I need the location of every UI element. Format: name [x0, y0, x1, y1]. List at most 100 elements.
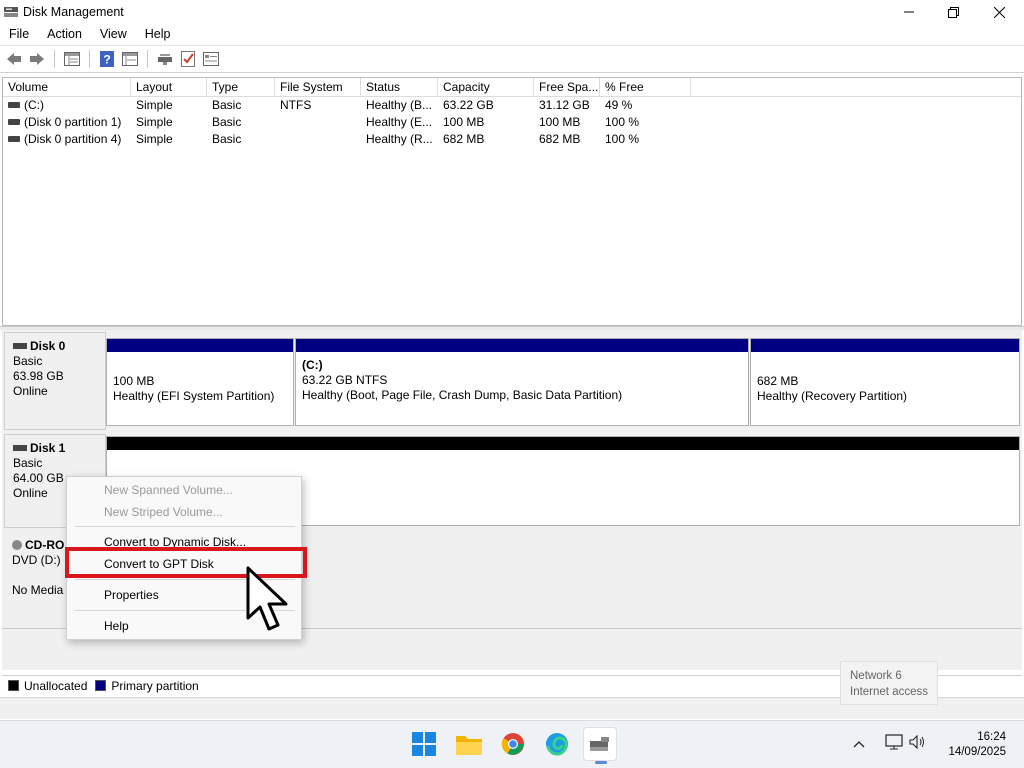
volume-list[interactable]: Volume Layout Type File System Status Ca… — [2, 77, 1022, 326]
chrome-icon[interactable] — [496, 727, 530, 761]
windows-start-icon[interactable] — [407, 727, 441, 761]
disk-type: Basic — [13, 456, 43, 470]
volume-name: (Disk 0 partition 4) — [24, 132, 122, 146]
partition-status: Healthy (Recovery Partition) — [757, 389, 908, 403]
disk-status: Online — [13, 384, 48, 398]
volume-file-system: NTFS — [280, 98, 312, 112]
network-name: Network 6 — [850, 670, 902, 682]
volume-row[interactable]: (Disk 0 partition 4) Simple Basic Health… — [3, 131, 1021, 148]
unallocated-swatch — [8, 680, 19, 691]
partition-recovery[interactable]: 682 MB Healthy (Recovery Partition) — [750, 338, 1020, 426]
network-icon[interactable] — [885, 734, 903, 753]
back-icon[interactable] — [4, 49, 24, 69]
toolbar: ? — [0, 45, 1024, 73]
volume-icon[interactable] — [909, 734, 927, 752]
disk-management-icon[interactable] — [583, 727, 617, 764]
title-bar: Disk Management — [0, 0, 1024, 24]
cdrom-name: CD-RO — [25, 538, 65, 552]
console-icon[interactable] — [201, 49, 221, 69]
help-icon[interactable]: ? — [97, 49, 117, 69]
column-free-space[interactable]: Free Spa... — [534, 78, 600, 97]
rescan-disks-icon[interactable] — [155, 49, 175, 69]
partition-efi[interactable]: 100 MB Healthy (EFI System Partition) — [106, 338, 294, 426]
volume-row[interactable]: (Disk 0 partition 1) Simple Basic Health… — [3, 114, 1021, 131]
menu-help[interactable]: Help — [136, 27, 180, 41]
volume-status: Healthy (B... — [366, 98, 433, 112]
menu-view[interactable]: View — [91, 27, 136, 41]
volume-file-system — [275, 114, 361, 131]
column-layout[interactable]: Layout — [131, 78, 207, 97]
drive-icon — [8, 101, 20, 108]
file-explorer-icon[interactable] — [452, 727, 486, 761]
volume-name: (Disk 0 partition 1) — [24, 115, 122, 129]
close-button[interactable] — [976, 0, 1022, 24]
disk-name: Disk 1 — [30, 441, 66, 455]
column-file-system[interactable]: File System — [275, 78, 361, 97]
toolbar-separator — [147, 50, 148, 68]
svg-text:?: ? — [103, 53, 110, 67]
volume-capacity: 63.22 GB — [443, 98, 494, 112]
volume-capacity: 100 MB — [443, 115, 485, 129]
disk-0-label[interactable]: Disk 0 Basic 63.98 GB Online — [4, 332, 106, 430]
drive-icon — [8, 118, 20, 125]
taskbar: 16:24 14/09/2025 — [0, 720, 1024, 768]
window-title: Disk Management — [23, 5, 124, 19]
volume-status: Healthy (E... — [366, 115, 433, 129]
active-indicator — [595, 761, 607, 764]
volume-capacity: 682 MB — [443, 132, 485, 146]
minimize-button[interactable] — [886, 0, 932, 24]
clock-date: 14/09/2025 — [948, 746, 1006, 758]
volume-free-space: 682 MB — [539, 132, 581, 146]
volume-name: (C:) — [24, 98, 44, 112]
volume-type: Basic — [212, 132, 242, 146]
volume-layout: Simple — [136, 98, 173, 112]
maximize-button[interactable] — [930, 0, 976, 24]
primary-partition-bar — [751, 339, 1019, 352]
toolbar-separator — [54, 50, 55, 68]
show-list-icon[interactable] — [62, 49, 82, 69]
disk-0-row: Disk 0 Basic 63.98 GB Online 100 MB Heal… — [2, 332, 1022, 430]
disk-name: Disk 0 — [30, 339, 66, 353]
toolbar-separator — [89, 50, 90, 68]
partition-size: 63.22 GB NTFS — [302, 373, 388, 387]
mouse-pointer-icon — [246, 566, 288, 631]
primary-partition-bar — [107, 339, 293, 352]
partition-status: Healthy (EFI System Partition) — [113, 389, 275, 403]
cd-icon — [12, 539, 22, 550]
column-status[interactable]: Status — [361, 78, 438, 97]
clock-time: 16:24 — [977, 731, 1006, 743]
column-capacity[interactable]: Capacity — [438, 78, 534, 97]
forward-icon[interactable] — [27, 49, 47, 69]
unallocated-bar — [107, 437, 1019, 450]
disk-icon — [13, 444, 27, 451]
legend-unallocated: Unallocated — [24, 678, 88, 693]
edge-icon[interactable] — [540, 727, 574, 761]
volume-free-space: 31.12 GB — [539, 98, 590, 112]
volume-free-space: 100 MB — [539, 115, 581, 129]
disk-size: 63.98 GB — [13, 369, 64, 383]
system-clock[interactable]: 16:24 14/09/2025 — [948, 730, 1006, 760]
check-icon[interactable] — [178, 49, 198, 69]
drive-icon — [8, 135, 20, 142]
volume-row[interactable]: (C:) Simple Basic NTFS Healthy (B... 63.… — [3, 97, 1021, 114]
volume-type: Basic — [212, 98, 242, 112]
primary-partition-bar — [296, 339, 748, 352]
menu-file[interactable]: File — [0, 27, 38, 41]
properties-icon[interactable] — [120, 49, 140, 69]
disk-management-app-icon — [4, 6, 18, 18]
volume-type: Basic — [212, 115, 242, 129]
column-volume[interactable]: Volume — [3, 78, 131, 97]
menu-action[interactable]: Action — [38, 27, 91, 41]
volume-file-system — [275, 131, 361, 148]
menu-bar: File Action View Help — [0, 24, 1024, 44]
column-type[interactable]: Type — [207, 78, 275, 97]
partition-c[interactable]: (C:) 63.22 GB NTFS Healthy (Boot, Page F… — [295, 338, 749, 426]
partition-status: Healthy (Boot, Page File, Crash Dump, Ba… — [302, 388, 623, 402]
network-tooltip: Network 6 Internet access — [840, 661, 938, 705]
column-percent-free[interactable]: % Free — [600, 78, 691, 97]
chevron-up-icon[interactable] — [853, 737, 865, 751]
volume-status: Healthy (R... — [366, 132, 433, 146]
volume-layout: Simple — [136, 132, 173, 146]
volume-layout: Simple — [136, 115, 173, 129]
network-status: Internet access — [850, 686, 928, 698]
